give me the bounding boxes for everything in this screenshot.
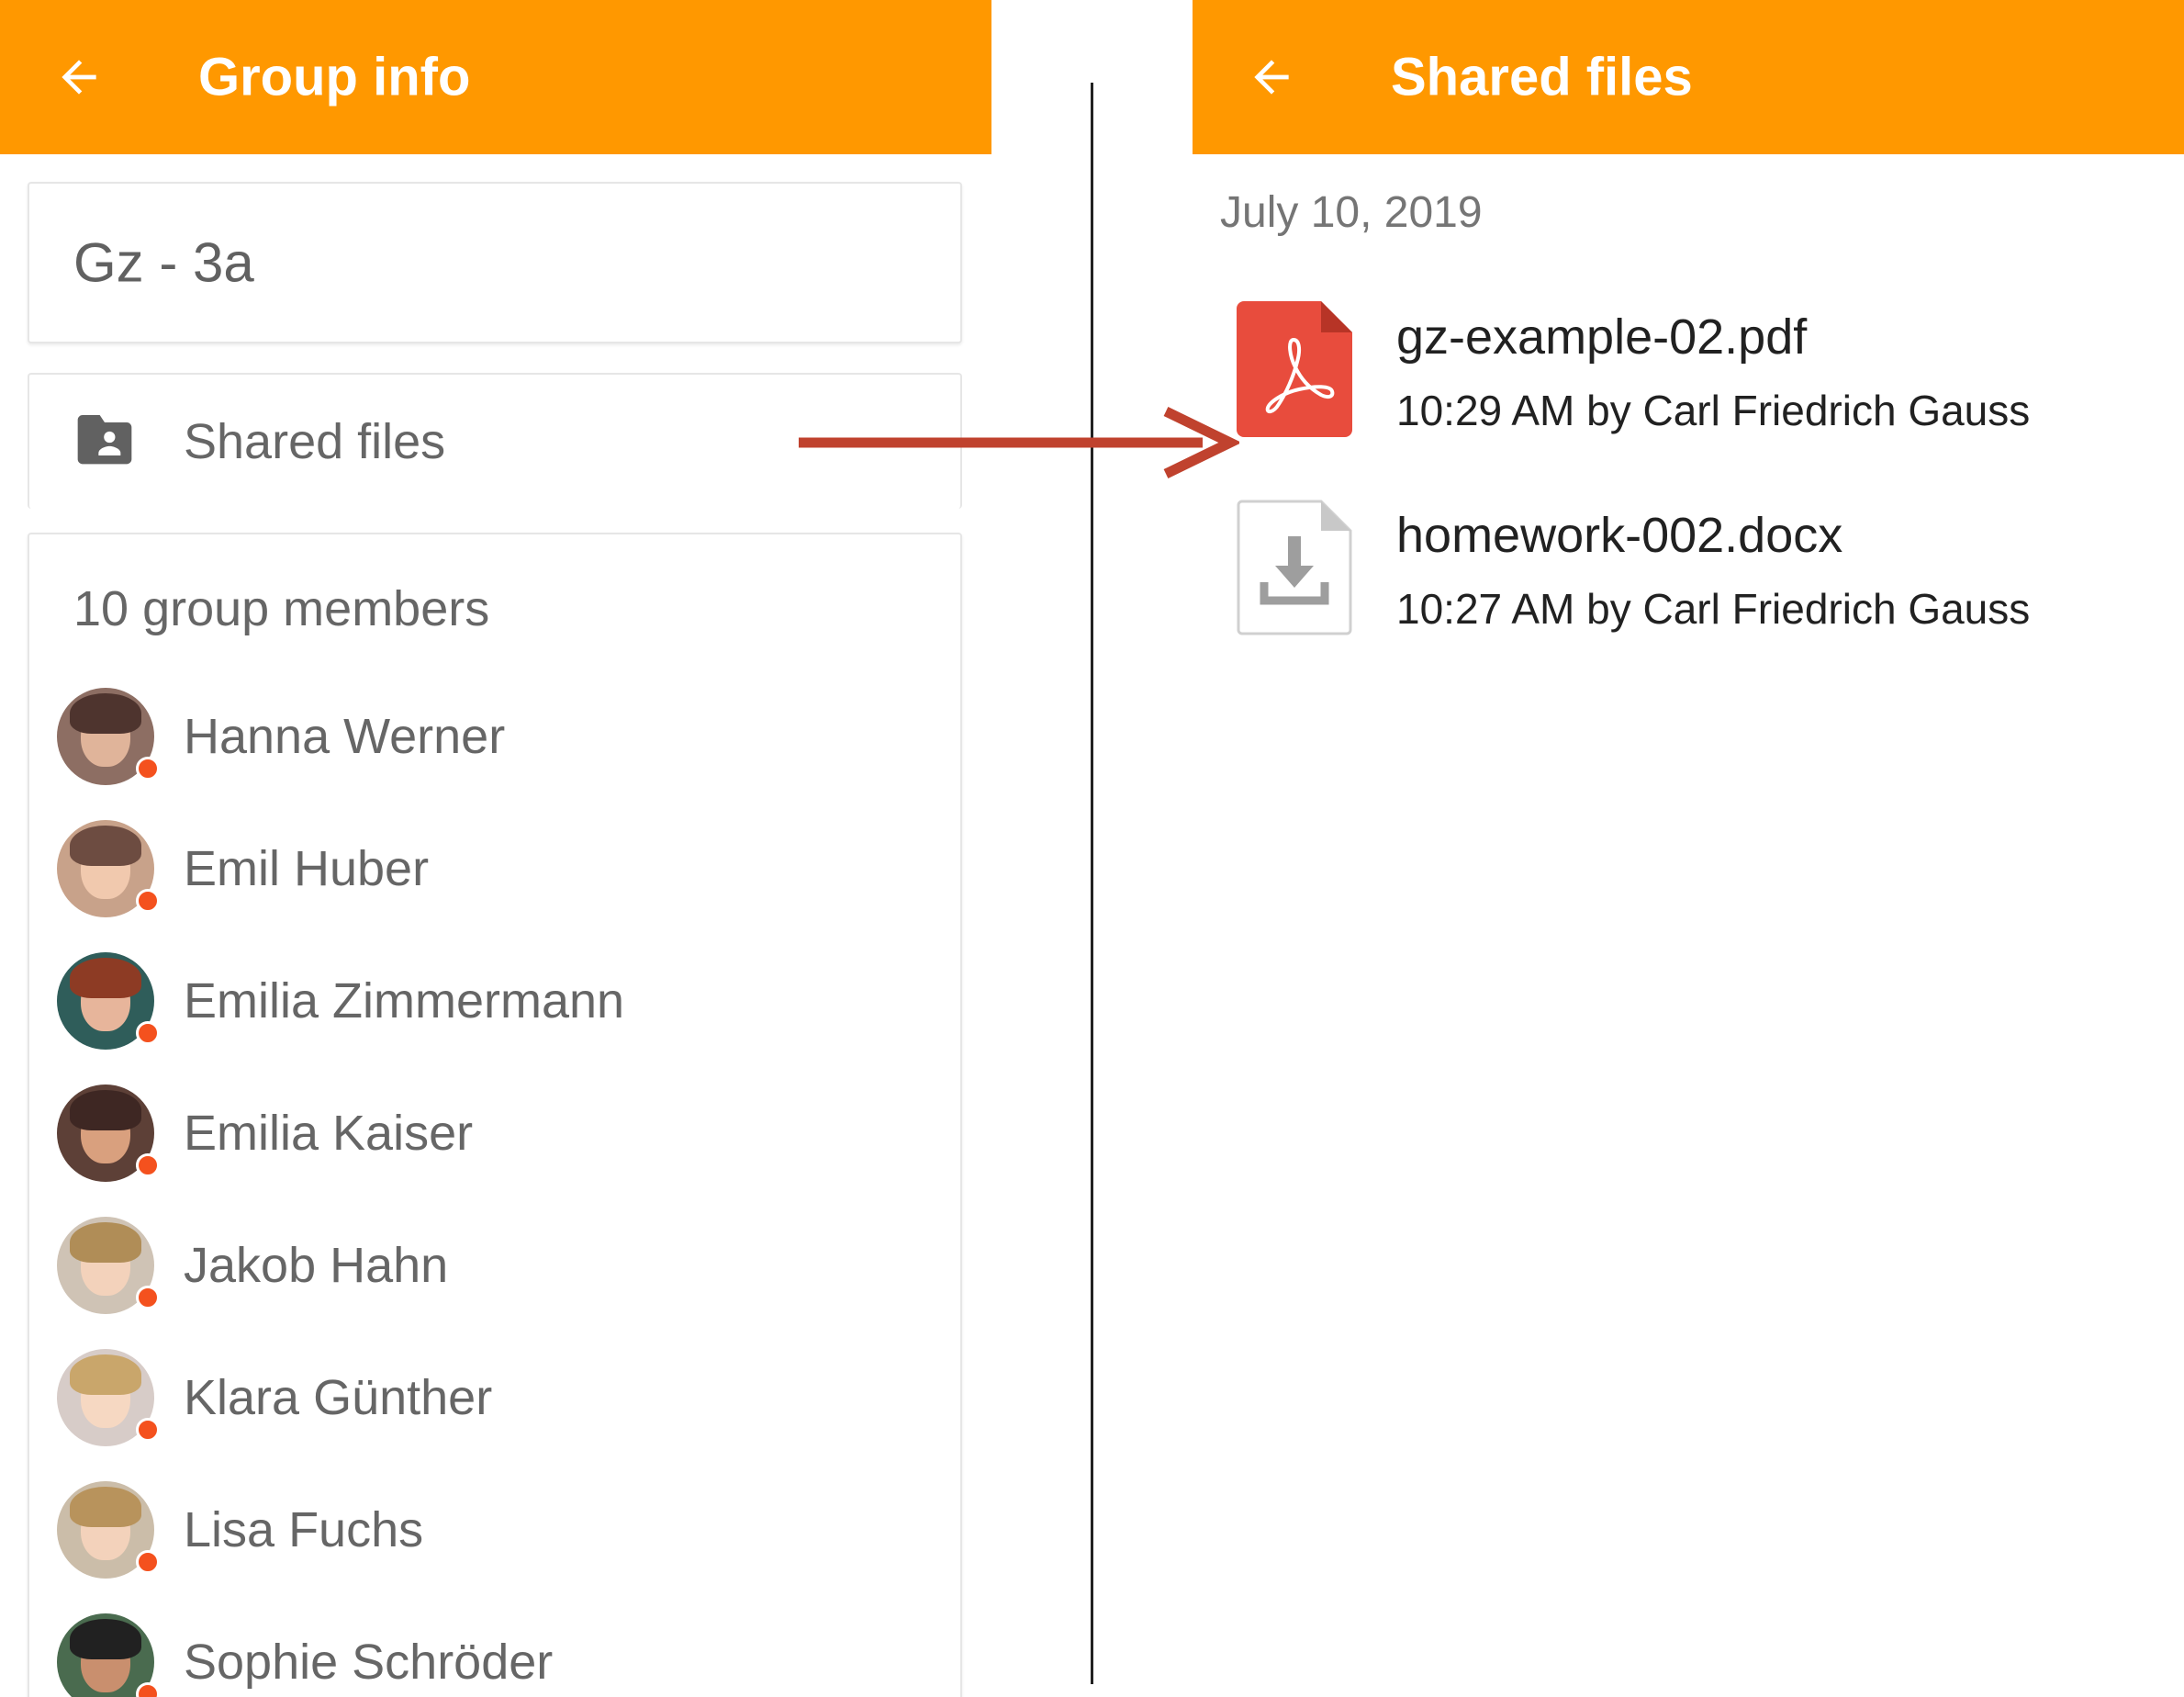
arrow-back-icon <box>62 60 96 95</box>
member-list: Hanna Werner Emil Huber Emilia Zimmerman… <box>29 670 960 1697</box>
group-name: Gz - 3a <box>73 231 254 294</box>
screen-divider <box>1091 83 1093 1684</box>
status-indicator <box>136 1682 160 1697</box>
member-name: Emil Huber <box>184 841 430 896</box>
list-item[interactable]: Hanna Werner <box>29 670 960 803</box>
status-indicator <box>136 889 160 913</box>
arrow-back-icon <box>1254 60 1289 95</box>
file-item-pdf[interactable]: gz-example-02.pdf 10:29 AM by Carl Fried… <box>1193 301 2184 485</box>
status-indicator <box>136 1418 160 1442</box>
list-item[interactable]: Jakob Hahn <box>29 1199 960 1332</box>
back-button[interactable] <box>48 46 110 108</box>
member-name: Sophie Schröder <box>184 1635 554 1690</box>
list-item[interactable]: Emilia Zimmermann <box>29 935 960 1067</box>
members-count-title: 10 group members <box>73 581 490 636</box>
file-meta: 10:27 AM by Carl Friedrich Gauss <box>1396 585 2031 633</box>
members-card: 10 group members Hanna Werner Emil Huber <box>28 533 962 1697</box>
member-name: Lisa Fuchs <box>184 1502 424 1557</box>
screenshot-canvas: Group info Gz - 3a Shared files 10 group… <box>0 0 2184 1697</box>
annotation-arrow <box>799 407 1239 478</box>
list-item[interactable]: Emil Huber <box>29 803 960 935</box>
group-info-screen: Group info Gz - 3a Shared files 10 group… <box>0 0 991 1697</box>
status-indicator <box>136 757 160 781</box>
group-name-card: Gz - 3a <box>28 182 962 343</box>
file-name: gz-example-02.pdf <box>1396 309 1808 365</box>
file-name: homework-002.docx <box>1396 508 1843 563</box>
file-item-docx[interactable]: homework-002.docx 10:27 AM by Carl Fried… <box>1193 500 2184 683</box>
list-item[interactable]: Emilia Kaiser <box>29 1067 960 1199</box>
list-item[interactable]: Klara Günther <box>29 1332 960 1464</box>
member-name: Emilia Zimmermann <box>184 973 625 1028</box>
member-name: Emilia Kaiser <box>184 1106 474 1161</box>
pdf-file-icon <box>1237 301 1352 437</box>
member-name: Jakob Hahn <box>184 1238 449 1293</box>
page-title: Group info <box>198 47 471 107</box>
member-name: Klara Günther <box>184 1370 493 1425</box>
status-indicator <box>136 1153 160 1177</box>
file-meta: 10:29 AM by Carl Friedrich Gauss <box>1396 387 2031 434</box>
date-header: July 10, 2019 <box>1220 188 1483 237</box>
member-name: Hanna Werner <box>184 709 506 764</box>
folder-shared-icon <box>77 415 132 465</box>
status-indicator <box>136 1286 160 1309</box>
page-title: Shared files <box>1391 47 1693 107</box>
shared-files-label: Shared files <box>184 414 446 469</box>
list-item[interactable]: Sophie Schröder <box>29 1596 960 1697</box>
group-info-app-bar: Group info <box>0 0 991 154</box>
status-indicator <box>136 1550 160 1574</box>
list-item[interactable]: Lisa Fuchs <box>29 1464 960 1596</box>
download-file-icon <box>1237 500 1352 635</box>
shared-files-app-bar: Shared files <box>1193 0 2184 154</box>
shared-files-screen: Shared files July 10, 2019 gz-example-02… <box>1193 0 2184 1697</box>
status-indicator <box>136 1021 160 1045</box>
back-button[interactable] <box>1240 46 1303 108</box>
